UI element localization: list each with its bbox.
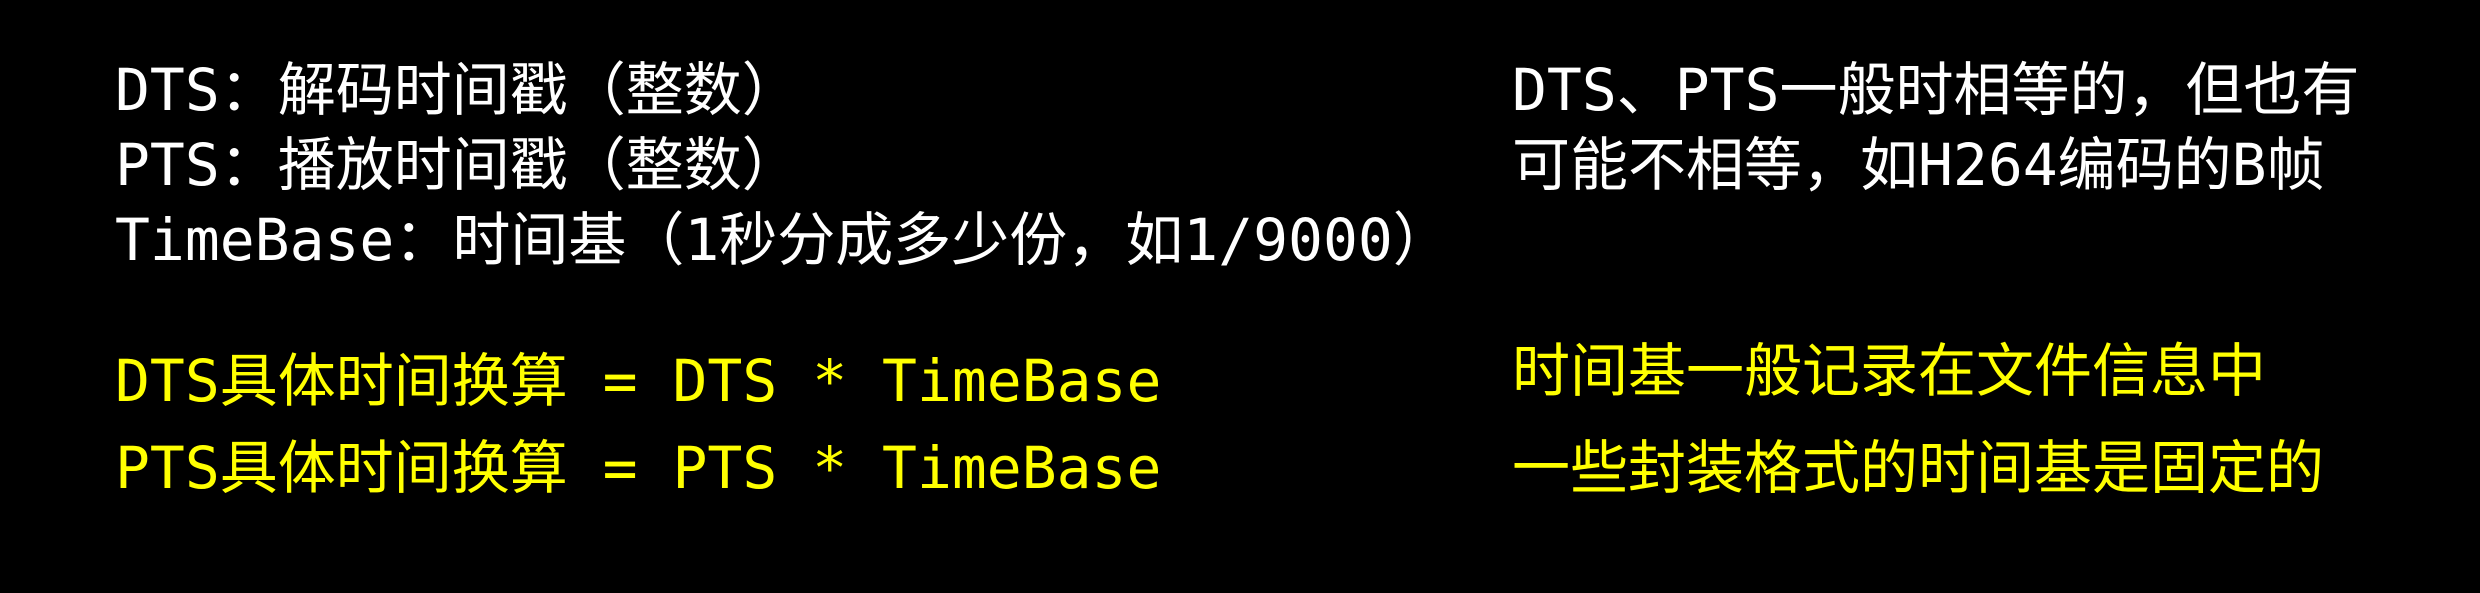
pts-formula: PTS具体时间换算 = PTS * TimeBase [115, 434, 1162, 502]
note-timebase-fixed: 一些封装格式的时间基是固定的 [1512, 434, 2325, 502]
note-equality-line1: DTS、PTS一般时相等的，但也有 [1512, 56, 2360, 124]
dts-formula: DTS具体时间换算 = DTS * TimeBase [115, 347, 1162, 415]
note-timebase-storage: 时间基一般记录在文件信息中 [1512, 337, 2267, 405]
timebase-definition: TimeBase：时间基（1秒分成多少份，如1/9000） [115, 206, 1451, 274]
note-equality-line2: 可能不相等，如H264编码的B帧 [1512, 131, 2325, 199]
pts-definition: PTS：播放时间戳（整数） [115, 131, 800, 199]
dts-definition: DTS：解码时间戳（整数） [115, 56, 800, 124]
